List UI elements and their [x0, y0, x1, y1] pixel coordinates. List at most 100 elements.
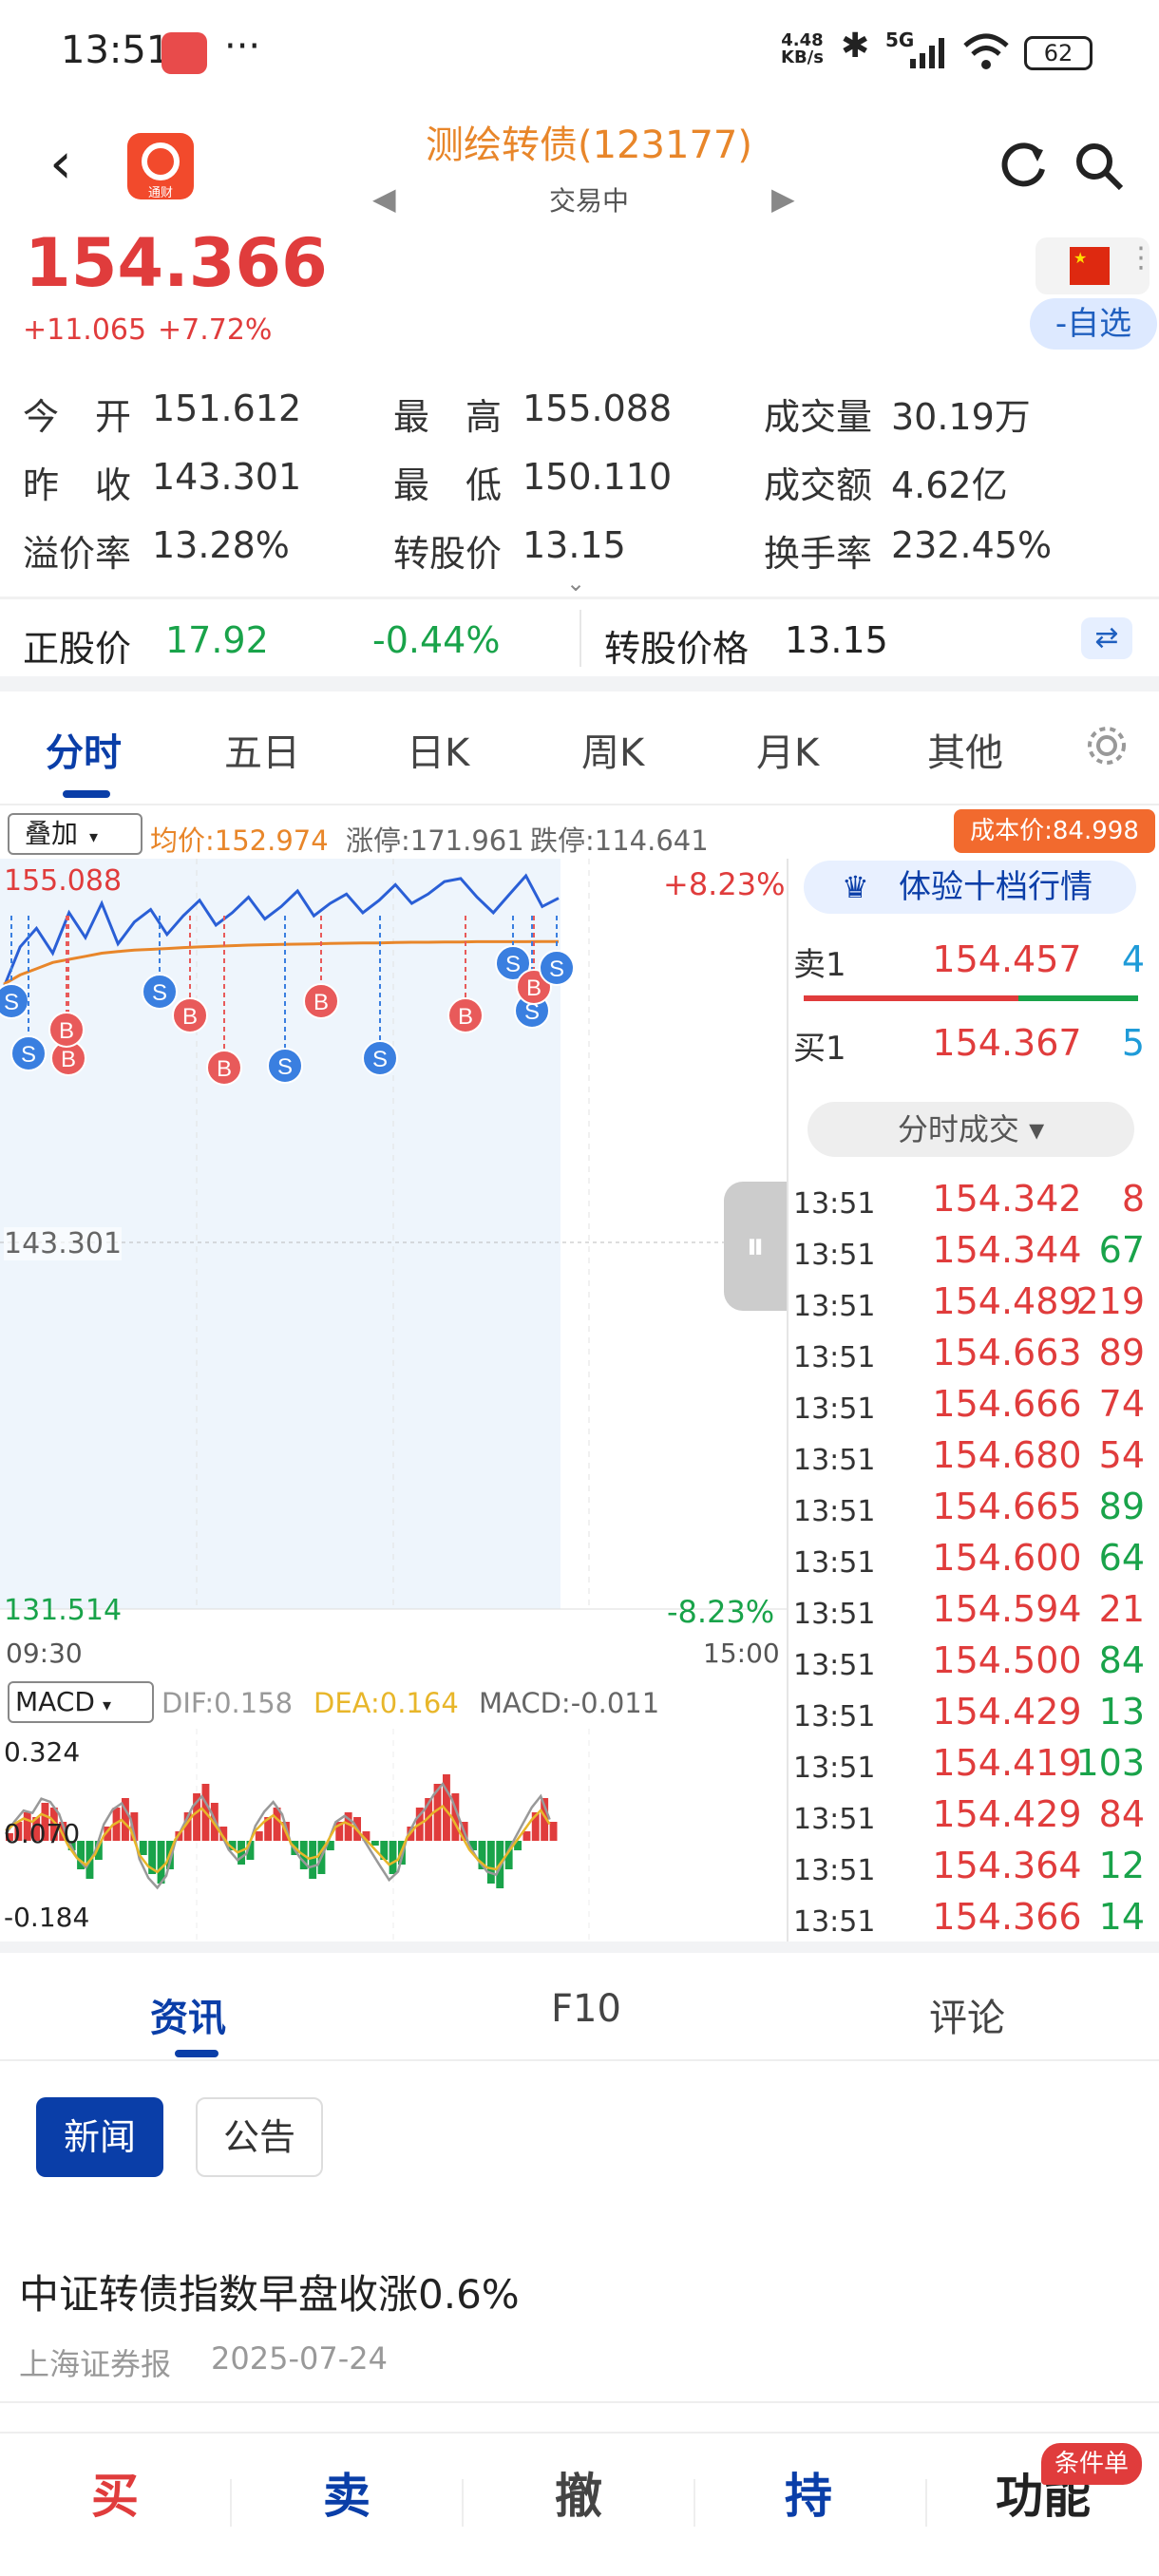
trade-volume: 103 — [1075, 1742, 1145, 1784]
stock-title: 测绘转债(123177) — [426, 123, 752, 167]
news-date: 2025-07-24 — [211, 2340, 388, 2377]
back-button[interactable]: ‹ — [49, 135, 72, 192]
stat-value: 4.62亿 — [891, 464, 1008, 506]
trade-row: 13:51 154.429 84 — [793, 1790, 1145, 1841]
tab-indicator — [63, 790, 110, 798]
trade-time: 13:51 — [793, 1803, 876, 1836]
trade-price: 154.600 — [932, 1537, 1082, 1579]
news-title[interactable]: 中证转债指数早盘收涨0.6% — [19, 2263, 520, 2320]
trade-time: 13:51 — [793, 1187, 876, 1221]
trade-price: 154.344 — [932, 1229, 1082, 1271]
trade-mark-label: S — [21, 1042, 36, 1068]
trade-time: 13:51 — [793, 1495, 876, 1528]
search-icon[interactable] — [1074, 141, 1125, 192]
tab-f10[interactable]: F10 — [551, 1987, 621, 2031]
trade-mark-label: B — [182, 1004, 198, 1030]
trading-status: 交易中 — [548, 185, 629, 217]
trade-volume: 54 — [1098, 1434, 1145, 1476]
tab-daily-k[interactable]: 日K — [407, 722, 469, 777]
trade-mark-label: B — [314, 990, 329, 1015]
price-change-pct: +7.72% — [158, 313, 273, 347]
macd-bar — [486, 1841, 495, 1884]
trade-row: 13:51 154.344 67 — [793, 1225, 1145, 1277]
macd-bar — [139, 1841, 147, 1855]
trade-mark-label: B — [61, 1047, 76, 1072]
stat-label: 成交量 — [764, 396, 873, 438]
underlying-label: 正股价 — [23, 628, 132, 670]
tab-five-day[interactable]: 五日 — [224, 722, 300, 777]
app-logo: 通财 — [127, 133, 194, 200]
overlay-select[interactable]: 叠加 ▾ — [8, 813, 142, 855]
next-stock-button[interactable]: ▶ — [771, 180, 795, 217]
macd-bar — [549, 1822, 558, 1841]
stat-label: 转股价 — [393, 533, 503, 575]
gear-icon[interactable] — [1083, 722, 1130, 769]
trade-mark-label: B — [217, 1056, 232, 1082]
trade-mark-label: S — [372, 1047, 388, 1072]
market-flag[interactable]: ★ ⋮ — [1036, 237, 1155, 294]
trade-time: 13:51 — [793, 1598, 876, 1631]
trade-time: 13:51 — [793, 1546, 876, 1580]
chart-low-pct: -8.23% — [667, 1594, 775, 1630]
trade-volume: 21 — [1098, 1588, 1145, 1630]
conditional-order-badge[interactable]: 条件单 — [1041, 2443, 1142, 2485]
stat-value: 143.301 — [152, 456, 302, 498]
trade-price: 154.342 — [932, 1178, 1082, 1220]
stat-value: 232.45% — [891, 524, 1053, 566]
collapse-panel-handle[interactable]: ⏸ — [724, 1182, 787, 1311]
macd-top: 0.324 — [4, 1736, 81, 1768]
trade-row: 13:51 154.500 84 — [793, 1636, 1145, 1687]
conversion-label: 转股价格 — [604, 628, 750, 670]
trade-mark-label: S — [152, 980, 167, 1006]
trade-row: 13:51 154.366 14 — [793, 1892, 1145, 1943]
trade-row: 13:51 154.429 13 — [793, 1687, 1145, 1738]
trades-dropdown[interactable]: 分时成交 ▾ — [808, 1102, 1134, 1157]
news-filter-button[interactable]: 新闻 — [36, 2097, 163, 2177]
tab-comments[interactable]: 评论 — [929, 1987, 1005, 2042]
trade-row: 13:51 154.342 8 — [793, 1174, 1145, 1225]
prev-stock-button[interactable]: ◀ — [372, 180, 396, 217]
trade-price: 154.429 — [932, 1793, 1082, 1835]
current-price: 154.366 — [25, 224, 328, 302]
time-start: 09:30 — [6, 1638, 83, 1669]
trade-row: 13:51 154.680 54 — [793, 1430, 1145, 1482]
watchlist-button[interactable]: -自选 — [1030, 298, 1157, 350]
trade-time: 13:51 — [793, 1649, 876, 1682]
stat-label: 最 低 — [393, 464, 503, 506]
stat-label: 溢价率 — [23, 533, 132, 575]
trade-mark-label: S — [505, 952, 521, 977]
tab-weekly-k[interactable]: 周K — [581, 722, 644, 777]
stat-value: 151.612 — [152, 388, 302, 429]
trade-mark-label: B — [59, 1018, 74, 1044]
wifi-icon — [963, 33, 1009, 69]
buy-button[interactable]: 买 — [91, 2458, 139, 2527]
expand-chevron-icon[interactable]: ⌄ — [566, 570, 585, 597]
chart-low-label: 131.514 — [4, 1594, 123, 1627]
macd-bar — [370, 1841, 379, 1846]
trade-mark-label: S — [549, 957, 564, 982]
cancel-order-button[interactable]: 撤 — [555, 2458, 602, 2527]
trade-time: 13:51 — [793, 1290, 876, 1323]
announcement-filter-button[interactable]: 公告 — [196, 2097, 323, 2177]
tab-intraday[interactable]: 分时 — [46, 722, 122, 777]
positions-button[interactable]: 持 — [785, 2458, 832, 2527]
stat-label: 换手率 — [764, 533, 873, 575]
tab-monthly-k[interactable]: 月K — [756, 722, 819, 777]
swap-icon[interactable]: ⇄ — [1081, 617, 1132, 659]
tab-news-info[interactable]: 资讯 — [150, 1987, 226, 2042]
trade-price: 154.364 — [932, 1845, 1082, 1886]
trade-volume: 84 — [1098, 1639, 1145, 1681]
trade-time: 13:51 — [793, 1905, 876, 1939]
indicator-select[interactable]: MACD ▾ — [8, 1681, 154, 1723]
trade-mark-label: S — [277, 1054, 293, 1080]
trade-time: 13:51 — [793, 1341, 876, 1374]
refresh-icon[interactable] — [998, 141, 1049, 192]
news-source: 上海证券报 — [19, 2346, 172, 2382]
level2-banner[interactable]: ♛ 体验十档行情 — [804, 861, 1136, 914]
cost-price-badge[interactable]: 成本价:84.998 — [954, 809, 1155, 853]
buy1-row: 买1 154.367 5 — [793, 1022, 1145, 1068]
tab-other[interactable]: 其他 — [927, 722, 1003, 777]
chart-high-pct: +8.23% — [663, 866, 786, 902]
sell-button[interactable]: 卖 — [323, 2458, 370, 2527]
trade-volume: 13 — [1098, 1691, 1145, 1733]
